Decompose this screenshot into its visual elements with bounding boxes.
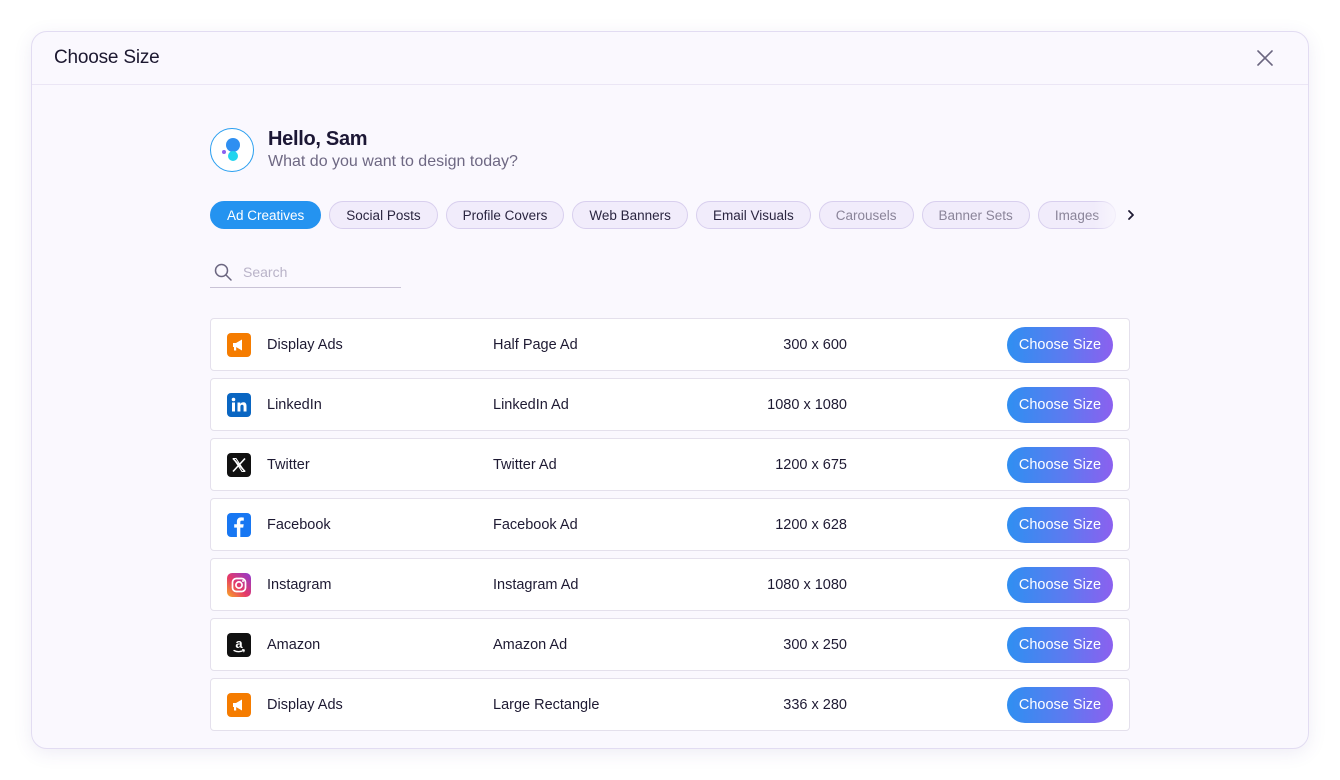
choose-size-button[interactable]: Choose Size [1007, 566, 1113, 603]
row-ad-type: Twitter Ad [493, 456, 557, 473]
row-dimensions: 1200 x 628 [775, 516, 847, 533]
row-platform: Instagram [267, 576, 332, 593]
size-row: Display Ads Large Rectangle 336 x 280 Choos… [210, 678, 1130, 731]
row-dimensions: 1200 x 675 [775, 456, 847, 473]
tab-banner-sets[interactable]: Banner Sets [921, 201, 1030, 229]
row-platform: Amazon [267, 636, 321, 653]
row-ad-type: Half Page Ad [493, 336, 578, 353]
size-row: a Amazon Amazon Ad 300 x 250 Choose Size [210, 618, 1130, 671]
linkedin-icon [227, 392, 251, 417]
tab-carousels[interactable]: Carousels [818, 201, 914, 229]
avatar [210, 128, 254, 172]
close-button[interactable] [1252, 45, 1278, 71]
greeting: Hello, Sam What do you want to design to… [210, 128, 1142, 172]
megaphone-icon [227, 692, 251, 717]
row-ad-type: Amazon Ad [493, 636, 568, 653]
choose-size-button[interactable]: Choose Size [1007, 626, 1113, 663]
size-row: Instagram Instagram Ad 1080 x 1080 Choose S… [210, 558, 1130, 611]
search-bar [210, 256, 401, 288]
row-ad-type: LinkedIn Ad [493, 396, 569, 413]
tab-email-visuals[interactable]: Email Visuals [695, 201, 811, 229]
search-input[interactable] [243, 263, 393, 280]
row-ad-type: Facebook Ad [493, 516, 578, 533]
row-dimensions: 336 x 280 [783, 696, 847, 713]
size-row: Facebook Facebook Ad 1200 x 628 Choose Size [210, 498, 1130, 551]
modal-header: Choose Size [32, 32, 1308, 85]
choose-size-modal: Choose Size Hello, Sam What do you want … [31, 31, 1309, 749]
tab-web-banners[interactable]: Web Banners [572, 201, 688, 229]
size-row: Twitter Twitter Ad 1200 x 675 Choose Size [210, 438, 1130, 491]
row-platform: LinkedIn [267, 396, 322, 413]
size-row: Display Ads Half Page Ad 300 x 600 Choose S… [210, 318, 1130, 371]
size-list: Display Ads Half Page Ad 300 x 600 Choose S… [210, 318, 1142, 731]
facebook-icon [227, 512, 251, 537]
row-platform: Display Ads [267, 336, 343, 353]
search-icon [214, 263, 232, 281]
tabs-scroll-right-button[interactable] [1120, 203, 1142, 227]
amazon-icon: a [227, 632, 251, 657]
row-ad-type: Instagram Ad [493, 576, 579, 593]
choose-size-button[interactable]: Choose Size [1007, 686, 1113, 723]
modal-title: Choose Size [54, 47, 160, 68]
row-dimensions: 1080 x 1080 [767, 576, 847, 593]
row-ad-type: Large Rectangle [493, 696, 600, 713]
row-platform: Facebook [267, 516, 331, 533]
megaphone-icon [227, 332, 251, 357]
tab-profile-covers[interactable]: Profile Covers [445, 201, 565, 229]
choose-size-button[interactable]: Choose Size [1007, 326, 1113, 363]
x-twitter-icon [227, 452, 251, 477]
size-row: LinkedIn LinkedIn Ad 1080 x 1080 Choose Siz… [210, 378, 1130, 431]
chevron-right-icon [1128, 210, 1134, 220]
assistant-logo-icon [222, 138, 240, 161]
row-platform: Twitter [267, 456, 310, 473]
choose-size-button[interactable]: Choose Size [1007, 446, 1113, 483]
svg-text:a: a [235, 636, 243, 651]
row-dimensions: 300 x 600 [783, 336, 847, 353]
modal-content: Hello, Sam What do you want to design to… [210, 128, 1142, 731]
close-icon [1257, 50, 1273, 66]
greeting-subtitle: What do you want to design today? [268, 153, 518, 170]
instagram-icon [227, 572, 251, 597]
greeting-title: Hello, Sam [268, 128, 368, 150]
row-dimensions: 1080 x 1080 [767, 396, 847, 413]
choose-size-button[interactable]: Choose Size [1007, 386, 1113, 423]
row-dimensions: 300 x 250 [783, 636, 847, 653]
row-platform: Display Ads [267, 696, 343, 713]
category-tabs: Ad Creatives Social Posts Profile Covers We… [210, 200, 1142, 230]
choose-size-button[interactable]: Choose Size [1007, 506, 1113, 543]
tab-ad-creatives[interactable]: Ad Creatives [210, 201, 322, 229]
tab-social-posts[interactable]: Social Posts [329, 201, 438, 229]
